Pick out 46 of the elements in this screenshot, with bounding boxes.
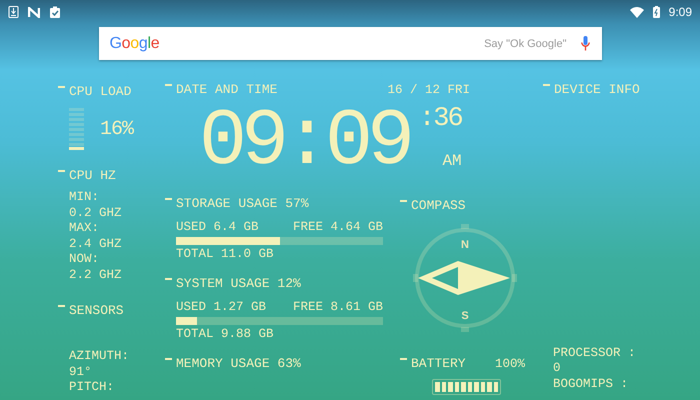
info-line: BOGOMIPS :	[553, 376, 630, 392]
info-line: 0.2 GHZ	[69, 206, 123, 221]
used-text: USED 1.27 GB	[176, 299, 266, 315]
clock-hours-minutes: 09:09	[199, 98, 410, 188]
search-field[interactable]: Say "Ok Google"	[484, 38, 566, 50]
info-line: MAX:	[69, 221, 100, 236]
section-title: DATE AND TIME	[165, 82, 278, 98]
download-icon	[8, 6, 19, 18]
section-title: DEVICE INFO	[543, 82, 700, 98]
info-line: AZIMUTH:	[69, 349, 130, 364]
section-title: COMPASS	[400, 198, 466, 214]
n-icon	[28, 6, 40, 18]
search-logo: Google	[110, 34, 160, 52]
info-line: 0	[553, 361, 562, 376]
info-line: NOW:	[69, 252, 100, 268]
section-title: BATTERY	[400, 356, 466, 372]
clock-seconds: :36	[419, 104, 462, 134]
info-line: MIN:	[69, 190, 100, 206]
clipboard-check-icon	[49, 6, 61, 18]
section-title: SENSORS	[58, 303, 165, 319]
info-line: PROCESSOR :	[553, 346, 637, 361]
clock-period: AM	[442, 152, 462, 170]
section-title: CPU HZ	[58, 168, 165, 184]
battery-charging-icon	[652, 6, 660, 18]
info-line: 2.2 GHZ	[69, 268, 123, 283]
used-text: USED 6.4 GB	[176, 219, 259, 235]
total-text: TOTAL 11.0 GB	[176, 246, 275, 262]
info-line: 2.4 GHZ	[69, 236, 123, 252]
compass-needle-icon	[418, 261, 510, 295]
free-text: FREE 4.64 GB	[292, 219, 383, 235]
section-title: SYSTEM USAGE 12%	[165, 276, 383, 292]
microphone-icon[interactable]	[580, 36, 590, 51]
total-text: TOTAL 9.88 GB	[176, 326, 275, 342]
battery-reading: 100%	[494, 356, 525, 372]
date-text: 16 / 12 FRI	[387, 82, 470, 98]
wifi-icon	[630, 6, 644, 18]
compass-north-label: N	[461, 239, 469, 251]
info-line: 91°	[69, 364, 93, 380]
free-text: FREE 8.61 GB	[292, 299, 383, 315]
clock-time: 9:09	[668, 5, 692, 19]
section-title: STORAGE USAGE 57%	[165, 196, 383, 212]
info-line: PITCH:	[69, 380, 116, 396]
compass-south-label: S	[461, 310, 469, 322]
cpu-load-reading: 16%	[100, 118, 134, 140]
section-title: MEMORY USAGE 63%	[165, 356, 383, 372]
section-title: CPU LOAD	[58, 84, 132, 100]
